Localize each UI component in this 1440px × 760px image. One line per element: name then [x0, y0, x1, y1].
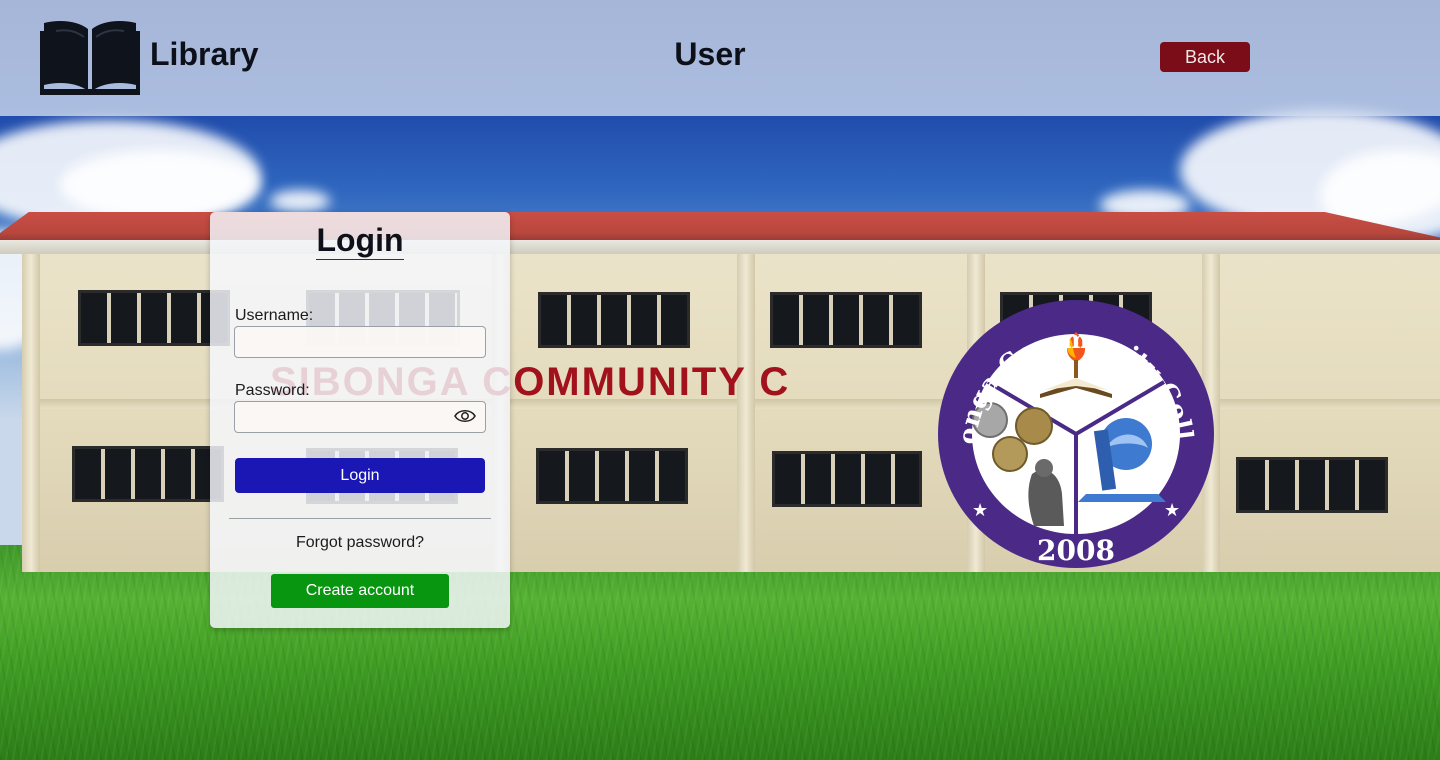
username-input[interactable] [234, 326, 486, 358]
title-underline [316, 259, 404, 260]
forgot-password-link[interactable]: Forgot password? [210, 534, 510, 552]
window [538, 292, 690, 348]
open-book-icon [40, 21, 140, 95]
password-input[interactable] [234, 401, 486, 433]
username-label: Username: [235, 307, 314, 324]
eye-icon[interactable] [454, 408, 476, 424]
password-label: Password: [235, 382, 310, 399]
cloud [60, 150, 260, 220]
window [770, 292, 922, 348]
window [78, 290, 230, 346]
window [772, 451, 922, 507]
window [72, 446, 224, 502]
svg-text:★: ★ [1164, 500, 1180, 521]
divider [229, 518, 491, 519]
login-card: Login Username: Password: Login Forgot p… [210, 212, 510, 628]
college-seal: ★ ★ Sibonga Community College 2008 [936, 298, 1214, 568]
window [1236, 457, 1388, 513]
app-title: Library [150, 36, 259, 72]
window [536, 448, 688, 504]
create-account-button[interactable]: Create account [271, 574, 449, 608]
login-title: Login [316, 222, 404, 258]
login-button[interactable]: Login [235, 458, 485, 493]
seal-year: 2008 [1037, 534, 1115, 567]
top-header: Library User Back [0, 0, 1440, 116]
svg-text:★: ★ [972, 500, 988, 521]
page-title: User [674, 36, 746, 72]
back-button[interactable]: Back [1160, 42, 1250, 72]
cloud [270, 190, 330, 212]
